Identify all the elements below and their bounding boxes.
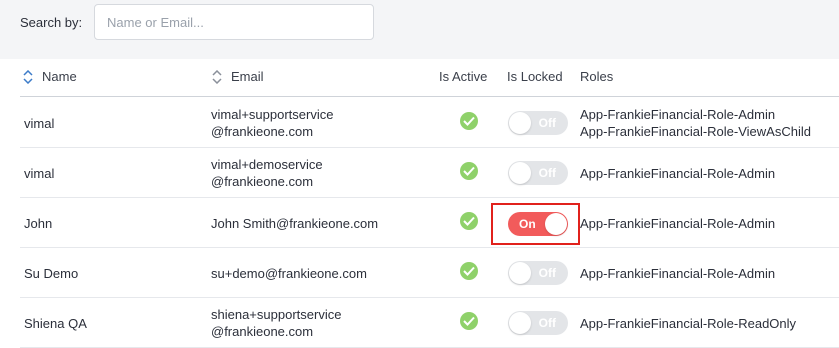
user-email-line: vimal+demoservice: [211, 157, 323, 172]
table-row[interactable]: vimal vimal+supportservice @frankieone.com…: [20, 98, 839, 148]
highlight-box: [491, 203, 580, 245]
locked-toggle-label: Off: [538, 266, 556, 280]
user-email: John Smith@frankieone.com: [211, 215, 378, 232]
locked-toggle[interactable]: Off: [508, 111, 568, 135]
locked-toggle-label: Off: [538, 166, 556, 180]
search-input[interactable]: [94, 4, 374, 40]
user-email-line: shiena+supportservice: [211, 307, 342, 322]
table-row[interactable]: vimal vimal+demoservice @frankieone.com Of…: [20, 148, 839, 198]
sort-updown-icon: [212, 69, 222, 84]
toggle-knob: [509, 162, 531, 184]
column-header-email[interactable]: Email: [211, 69, 264, 84]
locked-toggle[interactable]: Off: [508, 261, 568, 285]
user-role: App-FrankieFinancial-Role-Admin: [580, 166, 776, 181]
user-role: App-FrankieFinancial-Role-ReadOnly: [580, 316, 797, 331]
user-name: Shiena QA: [24, 316, 87, 331]
user-name: vimal: [24, 166, 55, 181]
toggle-knob: [509, 112, 531, 134]
column-header-name[interactable]: Name: [22, 69, 77, 84]
user-email: vimal+supportservice @frankieone.com: [211, 106, 333, 140]
check-circle-icon: [460, 312, 478, 330]
user-roles: App-FrankieFinancial-Role-Admin App-Frank…: [580, 106, 811, 140]
sort-updown-icon: [23, 69, 33, 84]
check-circle-icon: [460, 262, 478, 280]
user-email: shiena+supportservice @frankieone.com: [211, 306, 341, 340]
column-header-roles: Roles: [580, 69, 614, 84]
locked-toggle[interactable]: Off: [508, 311, 568, 335]
user-role: App-FrankieFinancial-Role-ViewAsChild: [580, 124, 811, 139]
user-email-line: vimal+supportservice: [211, 107, 334, 122]
user-email-line: John Smith@frankieone.com: [211, 216, 379, 231]
user-email-line: @frankieone.com: [211, 124, 314, 139]
toggle-knob: [509, 262, 531, 284]
check-circle-icon: [460, 162, 478, 180]
column-header-name-label: Name: [42, 69, 77, 84]
locked-toggle-label: Off: [538, 116, 556, 130]
table-row[interactable]: John John Smith@frankieone.com On App-Fra…: [20, 198, 839, 248]
locked-toggle[interactable]: Off: [508, 161, 568, 185]
user-role: App-FrankieFinancial-Role-Admin: [580, 216, 776, 231]
user-roles: App-FrankieFinancial-Role-Admin: [580, 165, 775, 182]
table-row[interactable]: Shiena QA shiena+supportservice @frankieon…: [20, 298, 839, 348]
column-header-email-label: Email: [231, 69, 264, 84]
user-roles: App-FrankieFinancial-Role-Admin: [580, 215, 775, 232]
column-header-is-active: Is Active: [439, 69, 488, 84]
table-row[interactable]: Su Demo su+demo@frankieone.com Off App-Fr…: [20, 248, 839, 298]
user-name: Su Demo: [24, 266, 79, 281]
user-email-line: @frankieone.com: [211, 324, 314, 339]
user-name: John: [24, 216, 53, 231]
column-header-is-locked: Is Locked: [507, 69, 563, 84]
user-email: su+demo@frankieone.com: [211, 265, 367, 282]
user-role: App-FrankieFinancial-Role-Admin: [580, 266, 776, 281]
check-circle-icon: [460, 112, 478, 130]
user-name: vimal: [24, 116, 55, 131]
locked-toggle-label: Off: [538, 316, 556, 330]
user-roles: App-FrankieFinancial-Role-Admin: [580, 265, 775, 282]
user-email-line: @frankieone.com: [211, 174, 314, 189]
search-bar: Search by:: [0, 0, 839, 59]
user-email: vimal+demoservice @frankieone.com: [211, 156, 323, 190]
user-role: App-FrankieFinancial-Role-Admin: [580, 107, 776, 122]
search-label: Search by:: [20, 15, 83, 30]
toggle-knob: [509, 312, 531, 334]
check-circle-icon: [460, 212, 478, 230]
user-roles: App-FrankieFinancial-Role-ReadOnly: [580, 315, 796, 332]
table-header: Name Email Is Active Is Locked Roles: [20, 59, 839, 97]
user-email-line: su+demo@frankieone.com: [211, 266, 367, 281]
